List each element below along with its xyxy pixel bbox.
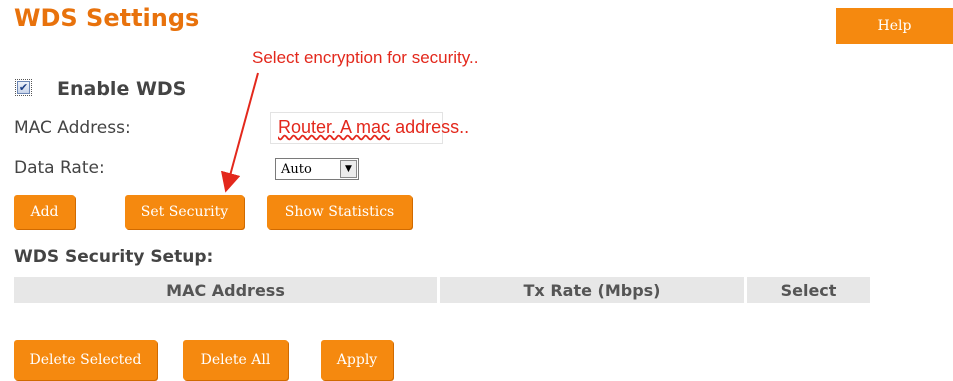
check-icon: ✔: [17, 81, 30, 94]
column-header-tx-rate: Tx Rate (Mbps): [440, 277, 744, 303]
data-rate-label: Data Rate:: [14, 158, 105, 178]
enable-wds-label: Enable WDS: [57, 78, 187, 100]
add-button[interactable]: Add: [14, 195, 75, 229]
delete-all-button[interactable]: Delete All: [183, 340, 288, 380]
set-security-button[interactable]: Set Security: [125, 195, 244, 229]
show-statistics-button[interactable]: Show Statistics: [267, 195, 412, 229]
delete-selected-button[interactable]: Delete Selected: [14, 340, 157, 380]
apply-button[interactable]: Apply: [321, 340, 393, 380]
column-header-select: Select: [747, 277, 870, 303]
mac-annotation-underlined: Router. A mac: [278, 117, 391, 137]
column-header-mac-address: MAC Address: [14, 277, 437, 303]
mac-annotation-rest: address..: [390, 117, 470, 137]
enable-wds-checkbox[interactable]: ✔: [15, 79, 32, 96]
security-setup-heading: WDS Security Setup:: [14, 247, 214, 267]
chevron-down-icon[interactable]: ▼: [340, 160, 357, 178]
mac-address-annotation: Router. A mac address..: [278, 117, 469, 138]
data-rate-select[interactable]: Auto ▼: [275, 158, 359, 180]
data-rate-value: Auto: [281, 161, 312, 177]
mac-address-label: MAC Address:: [14, 118, 131, 138]
annotation-arrow-icon: [220, 72, 259, 193]
